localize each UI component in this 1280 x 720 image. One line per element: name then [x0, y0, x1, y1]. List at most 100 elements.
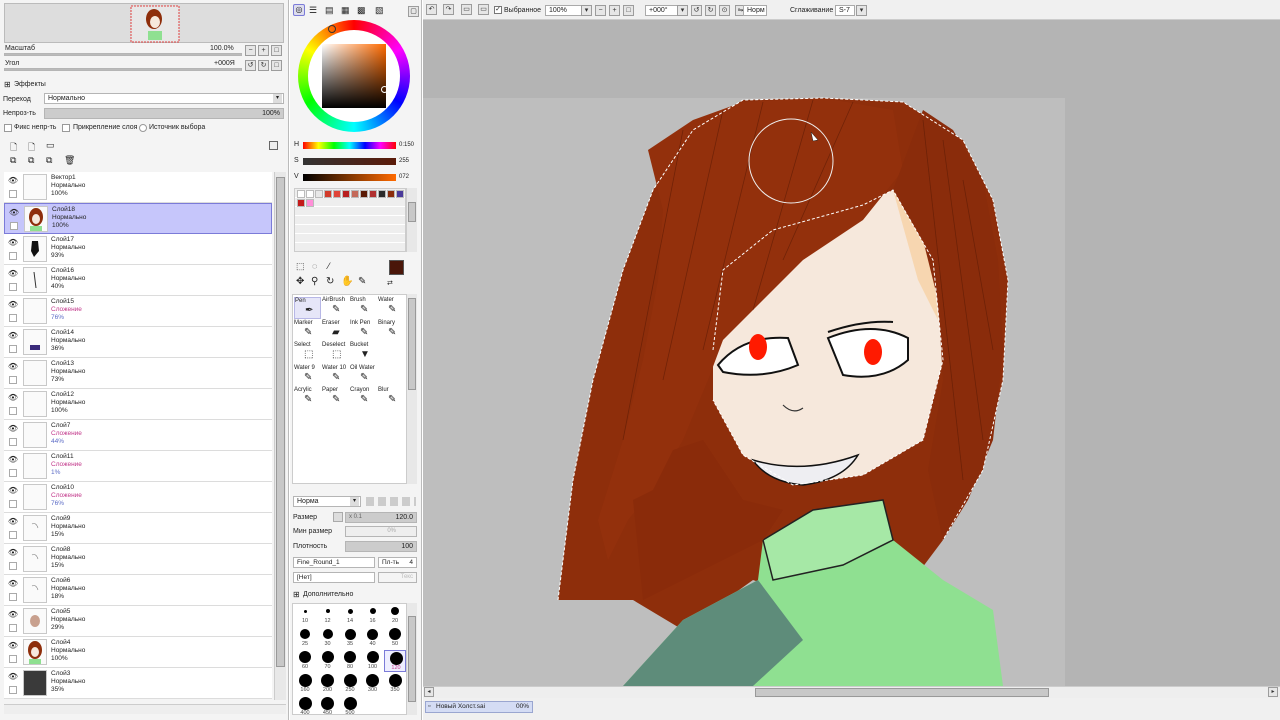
tool-select[interactable]: Select ⬚ [294, 342, 321, 364]
eye-icon[interactable]: 👁 [7, 300, 19, 309]
brush-size-cell[interactable]: 350 [384, 673, 406, 695]
angle-dropdown-button[interactable]: ▾ [677, 5, 688, 16]
eye-icon[interactable]: 👁 [7, 672, 19, 681]
layer-lock-checkbox[interactable] [9, 593, 17, 601]
hsv-slider-tab-icon[interactable]: ▤ [325, 5, 334, 16]
color-swatch[interactable] [297, 190, 305, 198]
mixer-tab-icon[interactable]: ▦ [341, 5, 350, 16]
tool-water-10[interactable]: Water 10 ✎ [322, 365, 349, 387]
color-swatch[interactable] [306, 190, 314, 198]
layer-lock-checkbox[interactable] [9, 345, 17, 353]
saturation-value-square[interactable] [322, 44, 386, 108]
stabilizer-select[interactable]: S-7 [835, 5, 855, 16]
tool-brush[interactable]: Brush ✎ [350, 297, 377, 319]
color-wheel-tab-icon[interactable]: ◎ [293, 4, 305, 16]
layer-lock-checkbox[interactable] [10, 222, 18, 230]
color-swatch[interactable] [333, 190, 341, 198]
brush-edge-options[interactable] [366, 497, 416, 506]
zoom-fit-button[interactable]: □ [623, 5, 634, 16]
canvas-hscroll-thumb[interactable] [755, 688, 1049, 697]
brush-size-cell[interactable]: 120 [384, 650, 406, 672]
tool-scrollbar[interactable] [406, 294, 417, 484]
eye-icon[interactable]: 👁 [7, 424, 19, 433]
zoom-out-toolbar-button[interactable]: − [595, 5, 606, 16]
brush-size-cell[interactable]: 50 [384, 627, 406, 649]
redo-button[interactable]: ↷ [443, 4, 454, 15]
rotate-reset-button[interactable]: □ [271, 60, 282, 71]
color-swatch[interactable] [351, 190, 359, 198]
layer-lock-checkbox[interactable] [9, 655, 17, 663]
rotate-right-button[interactable]: ↻ [258, 60, 269, 71]
scratchpad-tab-icon[interactable]: ▧ [375, 5, 384, 16]
canvas-area[interactable] [423, 20, 1280, 686]
layer-hscroll[interactable] [4, 704, 286, 714]
eye-icon[interactable]: 👁 [7, 641, 19, 650]
layer-row[interactable]: 👁 Слой8 Нормально 15% [4, 544, 272, 575]
size-multiplier[interactable] [333, 512, 343, 522]
color-swatch[interactable] [387, 190, 395, 198]
layer-row[interactable]: 👁 Слой18 Нормально 100% [4, 203, 272, 234]
source-checkbox[interactable] [139, 124, 147, 132]
lasso-icon[interactable]: ◌ [312, 261, 317, 271]
zoom-in-button[interactable]: + [258, 45, 269, 56]
angle-select[interactable]: +000° [645, 5, 681, 16]
tool-ink-pen[interactable]: Ink Pen ✎ [350, 320, 377, 342]
color-swatch[interactable] [360, 190, 368, 198]
v-slider[interactable] [303, 174, 396, 181]
tool-blur[interactable]: Blur ✎ [378, 387, 405, 409]
transfer-down-icon[interactable]: ⧉ [10, 155, 16, 166]
eye-icon[interactable]: 👁 [7, 176, 19, 185]
scroll-right-button[interactable]: ▸ [1268, 687, 1278, 697]
canvas-hscroll[interactable]: ◂ ▸ [423, 686, 1280, 698]
tool-scroll-thumb[interactable] [408, 298, 416, 390]
rgb-slider-tab-icon[interactable]: ☰ [309, 5, 317, 16]
tool-water[interactable]: Water ✎ [378, 297, 405, 319]
new-linework-icon[interactable]: 🗋 [28, 140, 35, 156]
brush-size-cell[interactable]: 300 [362, 673, 384, 695]
magic-wand-icon[interactable]: ⁄ [328, 261, 330, 271]
tool-airbrush[interactable]: AirBrush ✎ [322, 297, 349, 319]
tool-deselect[interactable]: Deselect ⬚ [322, 342, 349, 364]
brush-size-cell[interactable]: 200 [317, 673, 339, 695]
scroll-left-button[interactable]: ◂ [424, 687, 434, 697]
color-swatch[interactable] [306, 199, 314, 207]
invert-selection-button[interactable]: ▭ [478, 4, 489, 15]
brush-size-cell[interactable]: 30 [317, 627, 339, 649]
layer-lock-checkbox[interactable] [9, 314, 17, 322]
layer-row[interactable]: 👁 Слой5 Нормально 29% [4, 606, 272, 637]
move-icon[interactable]: ✥ [296, 276, 304, 287]
size-scrollbar[interactable] [406, 603, 417, 715]
eye-icon[interactable]: 👁 [7, 362, 19, 371]
zoom-in-toolbar-button[interactable]: + [609, 5, 620, 16]
layer-row[interactable]: 👁 Слой14 Нормально 36% [4, 327, 272, 358]
zoom-select[interactable]: 100% [545, 5, 585, 16]
layer-lock-checkbox[interactable] [9, 562, 17, 570]
eye-icon[interactable]: 👁 [7, 269, 19, 278]
zoom-icon[interactable]: ⚲ [311, 276, 318, 287]
eye-icon[interactable]: 👁 [7, 548, 19, 557]
size-slider[interactable]: x 0.1 120.0 [345, 512, 417, 523]
deselect-button[interactable]: ▭ [461, 4, 472, 15]
swatch-scrollbar[interactable] [406, 188, 417, 252]
clip-layer-checkbox[interactable] [62, 124, 70, 132]
brush-size-cell[interactable]: 80 [339, 650, 361, 672]
swap-colors-icon[interactable]: ⇄ [387, 279, 393, 287]
zoom-dropdown-button[interactable]: ▾ [581, 5, 592, 16]
color-swatch[interactable] [324, 190, 332, 198]
tool-paper[interactable]: Paper ✎ [322, 387, 349, 409]
layer-lock-checkbox[interactable] [9, 190, 17, 198]
tool-oil-water[interactable]: Oil Water ✎ [350, 365, 377, 387]
rect-select-icon[interactable]: ⬚ [296, 261, 305, 272]
min-size-slider[interactable]: 0% [345, 526, 417, 537]
rotate-cw-button[interactable]: ↻ [705, 5, 716, 16]
h-slider[interactable] [303, 142, 396, 149]
clear-layer-icon[interactable]: ⧉ [46, 155, 52, 166]
layer-lock-checkbox[interactable] [9, 438, 17, 446]
brush-size-cell[interactable]: 250 [339, 673, 361, 695]
layer-lock-checkbox[interactable] [9, 376, 17, 384]
brush-shape-select[interactable]: Fine_Round_1 [293, 557, 375, 568]
layer-lock-checkbox[interactable] [9, 624, 17, 632]
color-wheel[interactable] [298, 20, 410, 132]
layer-row[interactable]: 👁 Слой13 Нормально 73% [4, 358, 272, 389]
tool-pen[interactable]: Pen ✒ [294, 297, 321, 319]
